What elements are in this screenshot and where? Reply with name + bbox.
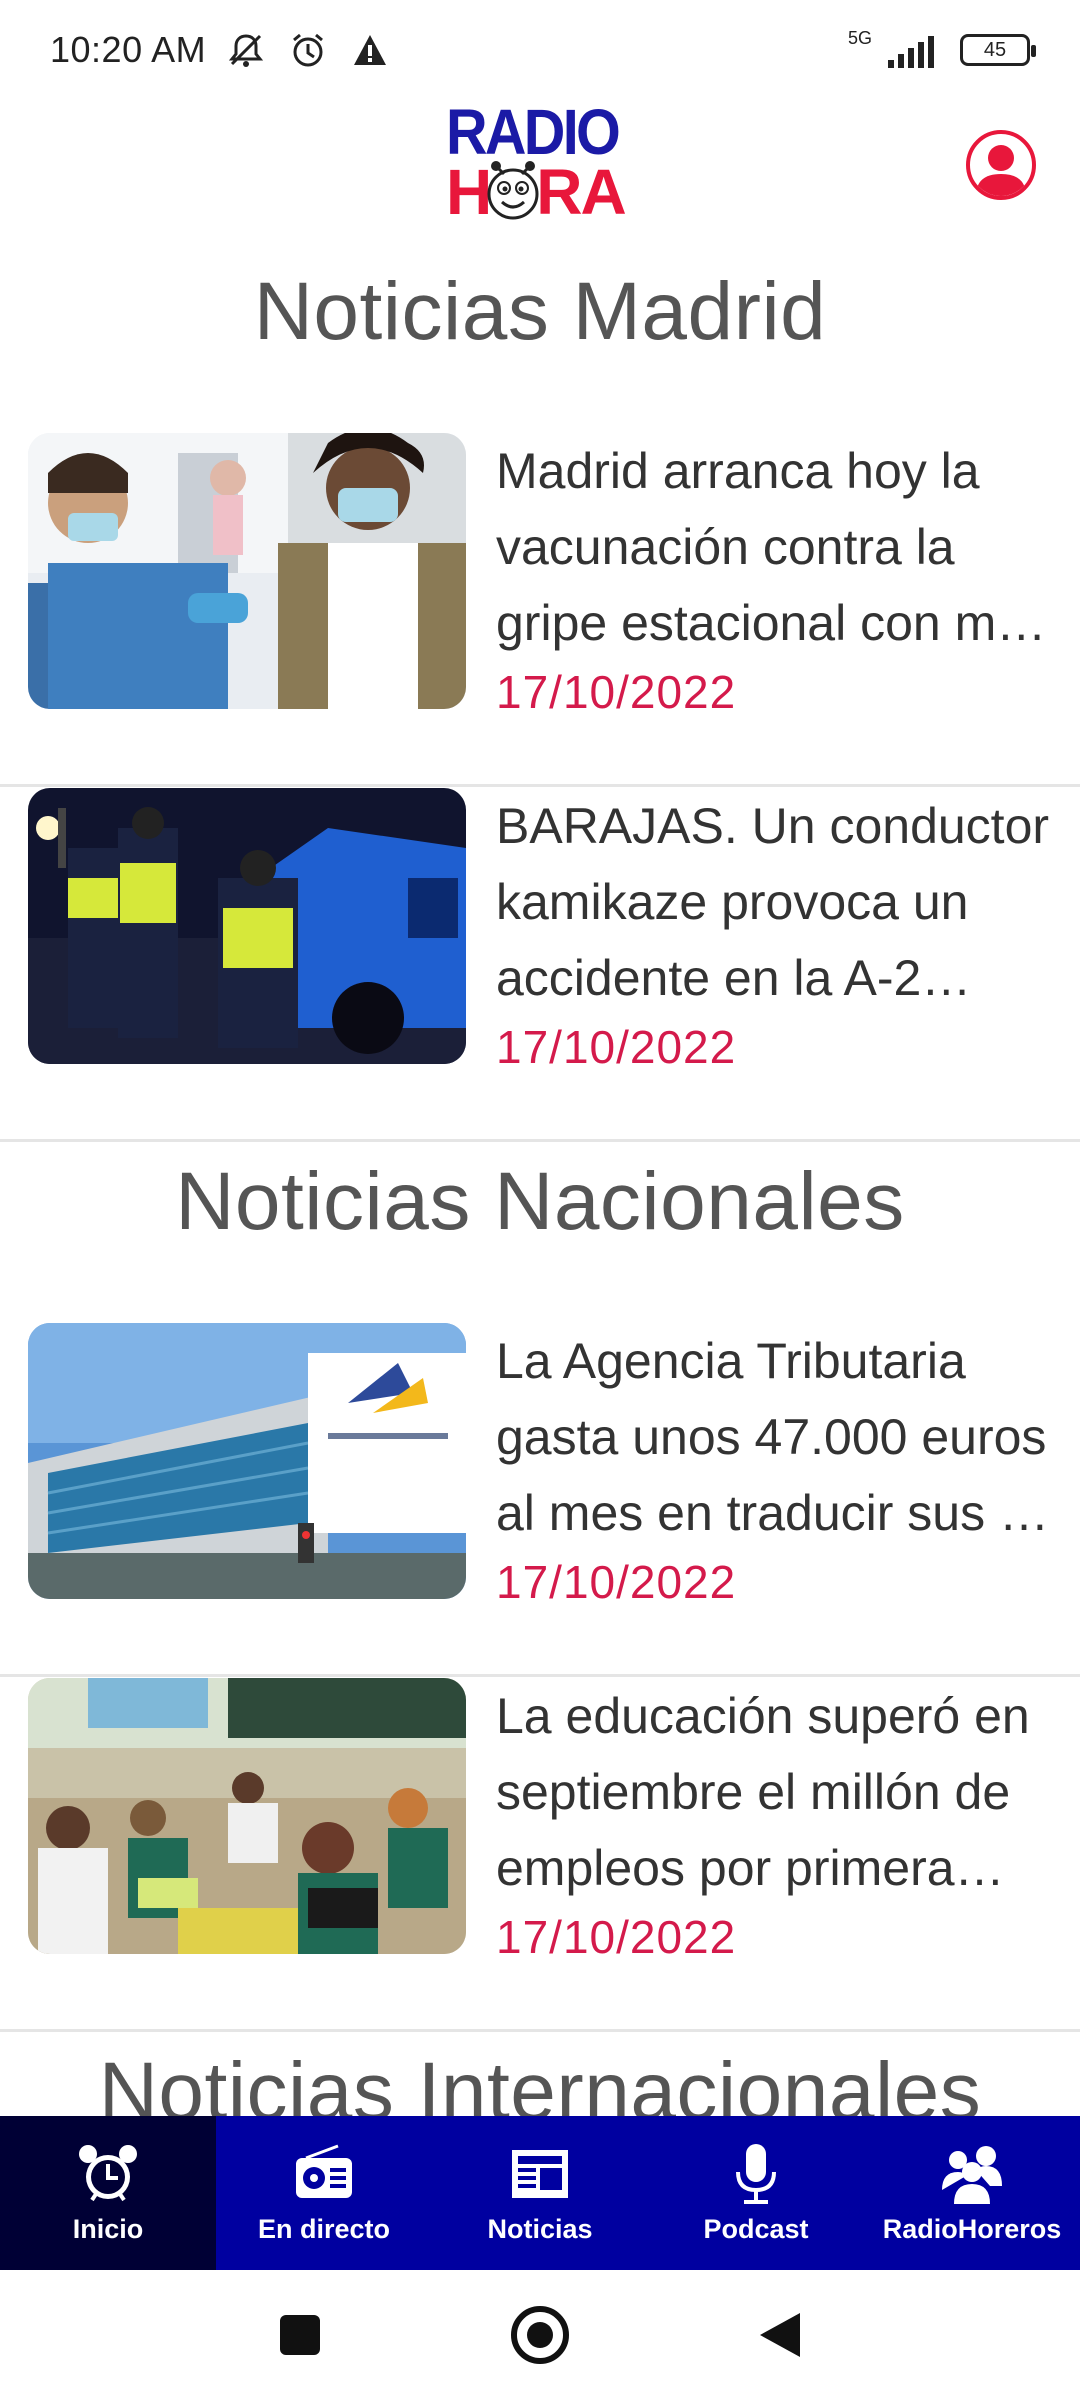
nav-label-radiohoreros: RadioHoreros xyxy=(882,2213,1062,2244)
mute-icon xyxy=(224,28,268,72)
news-item[interactable]: La educación superó en septiembre el mil… xyxy=(0,1678,1080,2032)
clock-face-mascot-icon xyxy=(487,161,539,220)
warning-icon xyxy=(348,28,392,72)
section-title-nacionales: Noticias Nacionales xyxy=(175,1156,905,1247)
logo-text-ra: RA xyxy=(536,156,626,228)
nav-item-radiohoreros[interactable]: RadioHoreros xyxy=(864,2116,1080,2270)
signal-icon xyxy=(886,28,946,72)
news-date: 17/10/2022 xyxy=(496,1556,737,1608)
status-time: 10:20 AM xyxy=(50,29,207,70)
status-right: 5G 45 xyxy=(847,27,1036,72)
square-icon xyxy=(280,2315,320,2355)
profile-button[interactable] xyxy=(966,130,1036,200)
microphone-icon xyxy=(724,2142,788,2206)
triangle-back-icon xyxy=(760,2313,800,2357)
nav-item-en-directo[interactable]: En directo xyxy=(216,2116,432,2270)
section-title-madrid: Noticias Madrid xyxy=(253,266,827,357)
radio-icon xyxy=(292,2142,356,2206)
news-date: 17/10/2022 xyxy=(496,1911,737,1963)
home-button[interactable] xyxy=(510,2305,570,2365)
logo-text-radio: RADIO xyxy=(446,96,621,168)
back-button[interactable] xyxy=(750,2305,810,2365)
app-header: RADIO H RA xyxy=(0,100,1080,230)
system-nav-bar xyxy=(0,2270,1080,2400)
news-title[interactable]: La Agencia Tributaria gasta unos 47.000 … xyxy=(496,1323,1056,1551)
circle-home-icon xyxy=(511,2306,569,2364)
news-thumbnail-classroom xyxy=(28,1678,466,1954)
alarm-icon xyxy=(286,28,330,72)
nav-label-en-directo: En directo xyxy=(257,2213,391,2244)
nav-label-podcast: Podcast xyxy=(703,2213,809,2244)
user-icon xyxy=(976,145,1026,196)
news-title[interactable]: BARAJAS. Un conductor kamikaze provoca u… xyxy=(496,788,1056,1016)
recent-apps-button[interactable] xyxy=(270,2305,330,2365)
battery-indicator: 45 xyxy=(960,34,1036,66)
nav-item-noticias[interactable]: Noticias xyxy=(432,2116,648,2270)
news-title[interactable]: La educación superó en septiembre el mil… xyxy=(496,1678,1056,1906)
news-item[interactable]: Madrid arranca hoy la vacunación contra … xyxy=(0,433,1080,787)
news-thumbnail-agencia-tributaria xyxy=(28,1323,466,1599)
network-type: 5G xyxy=(847,27,872,48)
nav-label-inicio: Inicio xyxy=(72,2213,144,2244)
radio-hora-logo[interactable]: RADIO H RA xyxy=(446,100,636,230)
news-thumbnail-accident xyxy=(28,788,466,1064)
news-thumbnail-vaccination xyxy=(28,433,466,709)
status-bar: 10:20 AM 5G 45 xyxy=(0,0,1080,100)
nav-item-podcast[interactable]: Podcast xyxy=(648,2116,864,2270)
news-title[interactable]: Madrid arranca hoy la vacunación contra … xyxy=(496,433,1056,661)
nav-item-inicio[interactable]: Inicio xyxy=(0,2116,216,2270)
news-item[interactable]: La Agencia Tributaria gasta unos 47.000 … xyxy=(0,1323,1080,1677)
alarm-clock-icon xyxy=(76,2142,140,2206)
news-item[interactable]: BARAJAS. Un conductor kamikaze provoca u… xyxy=(0,788,1080,1142)
status-left: 10:20 AM xyxy=(50,28,392,72)
newspaper-icon xyxy=(508,2142,572,2206)
group-icon xyxy=(940,2142,1004,2206)
news-date: 17/10/2022 xyxy=(496,1021,737,1073)
bottom-nav: Inicio En directo Noticias Podcast Radio… xyxy=(0,2116,1080,2270)
nav-label-noticias: Noticias xyxy=(487,2213,593,2244)
news-date: 17/10/2022 xyxy=(496,666,737,718)
